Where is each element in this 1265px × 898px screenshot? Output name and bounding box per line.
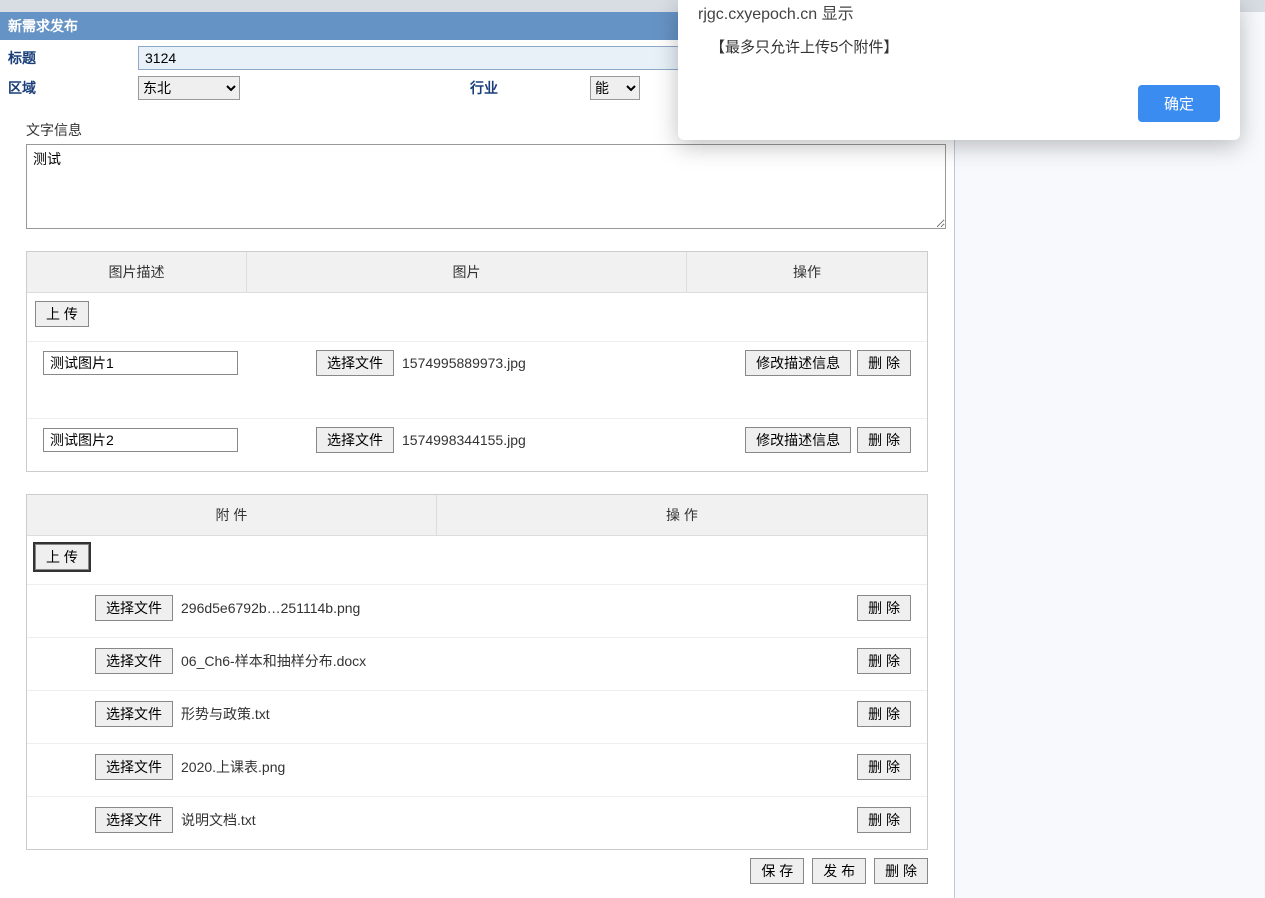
delete-attachment-button[interactable]: 删 除 <box>857 754 911 780</box>
save-button[interactable]: 保 存 <box>750 858 804 884</box>
edit-desc-button[interactable]: 修改描述信息 <box>745 350 851 376</box>
attachments-upload-button[interactable]: 上 传 <box>35 544 89 570</box>
col-header-img: 图片 <box>247 252 687 292</box>
delete-attachment-button[interactable]: 删 除 <box>857 595 911 621</box>
attachments-table-head: 附 件 操 作 <box>27 495 927 536</box>
image-row: 选择文件 1574995889973.jpg 修改描述信息 删 除 <box>27 341 927 384</box>
choose-file-button[interactable]: 选择文件 <box>316 427 394 453</box>
images-table-head: 图片描述 图片 操作 <box>27 252 927 293</box>
delete-attachment-button[interactable]: 删 除 <box>857 648 911 674</box>
attachment-filename: 形势与政策.txt <box>181 704 270 724</box>
attachments-upload-row: 上 传 <box>27 536 927 578</box>
images-table: 图片描述 图片 操作 上 传 选择文件 1574995889973.jpg 修改… <box>26 251 928 472</box>
region-select[interactable]: 东北 <box>138 76 240 100</box>
main-area: 新需求发布 标题 区域 东北 行业 能 文字信息 测试 图片描述 <box>0 12 1265 898</box>
images-upload-row: 上 传 <box>27 293 927 335</box>
alert-ok-button[interactable]: 确定 <box>1138 85 1220 122</box>
choose-file-button[interactable]: 选择文件 <box>316 350 394 376</box>
attachment-row: 选择文件 06_Ch6-样本和抽样分布.docx 删 除 <box>27 637 927 684</box>
region-label: 区域 <box>8 78 138 98</box>
attachment-filename: 296d5e6792b…251114b.png <box>181 600 360 616</box>
side-column <box>955 12 1265 898</box>
col-header-desc: 图片描述 <box>27 252 247 292</box>
attachment-row: 选择文件 形势与政策.txt 删 除 <box>27 690 927 737</box>
alert-actions: 确定 <box>698 85 1220 122</box>
delete-button[interactable]: 删 除 <box>874 858 928 884</box>
delete-attachment-button[interactable]: 删 除 <box>857 807 911 833</box>
edit-desc-button[interactable]: 修改描述信息 <box>745 427 851 453</box>
image-desc-input[interactable] <box>43 351 238 375</box>
image-filename: 1574995889973.jpg <box>402 355 526 371</box>
delete-image-button[interactable]: 删 除 <box>857 427 911 453</box>
attachment-row: 选择文件 2020.上课表.png 删 除 <box>27 743 927 790</box>
attachment-row: 选择文件 说明文档.txt 删 除 <box>27 796 927 843</box>
choose-file-button[interactable]: 选择文件 <box>95 595 173 621</box>
images-upload-button[interactable]: 上 传 <box>35 301 89 327</box>
attachment-row: 选择文件 296d5e6792b…251114b.png 删 除 <box>27 584 927 631</box>
choose-file-button[interactable]: 选择文件 <box>95 648 173 674</box>
col-header-act: 操作 <box>687 252 927 292</box>
delete-image-button[interactable]: 删 除 <box>857 350 911 376</box>
title-label: 标题 <box>8 48 138 68</box>
alert-message: 【最多只允许上传5个附件】 <box>698 34 1220 85</box>
image-filename: 1574998344155.jpg <box>402 432 526 448</box>
industry-select[interactable]: 能 <box>590 76 640 100</box>
col-header-att-act: 操 作 <box>437 495 927 535</box>
textinfo-textarea[interactable]: 测试 <box>26 144 946 229</box>
image-row: 选择文件 1574998344155.jpg 修改描述信息 删 除 <box>27 418 927 461</box>
attachment-filename: 06_Ch6-样本和抽样分布.docx <box>181 651 366 671</box>
delete-attachment-button[interactable]: 删 除 <box>857 701 911 727</box>
image-desc-input[interactable] <box>43 428 238 452</box>
alert-dialog: rjgc.cxyepoch.cn 显示 【最多只允许上传5个附件】 确定 <box>678 0 1240 140</box>
industry-label: 行业 <box>470 78 590 98</box>
col-header-attachment: 附 件 <box>27 495 437 535</box>
publish-button[interactable]: 发 布 <box>812 858 866 884</box>
choose-file-button[interactable]: 选择文件 <box>95 754 173 780</box>
choose-file-button[interactable]: 选择文件 <box>95 807 173 833</box>
attachment-filename: 2020.上课表.png <box>181 757 285 777</box>
footer-actions: 保 存 发 布 删 除 <box>0 858 928 884</box>
alert-title: rjgc.cxyepoch.cn 显示 <box>698 0 1220 34</box>
attachments-table: 附 件 操 作 上 传 选择文件 296d5e6792b…251114b.png… <box>26 494 928 850</box>
attachment-filename: 说明文档.txt <box>181 810 256 830</box>
content-column: 新需求发布 标题 区域 东北 行业 能 文字信息 测试 图片描述 <box>0 12 955 898</box>
choose-file-button[interactable]: 选择文件 <box>95 701 173 727</box>
